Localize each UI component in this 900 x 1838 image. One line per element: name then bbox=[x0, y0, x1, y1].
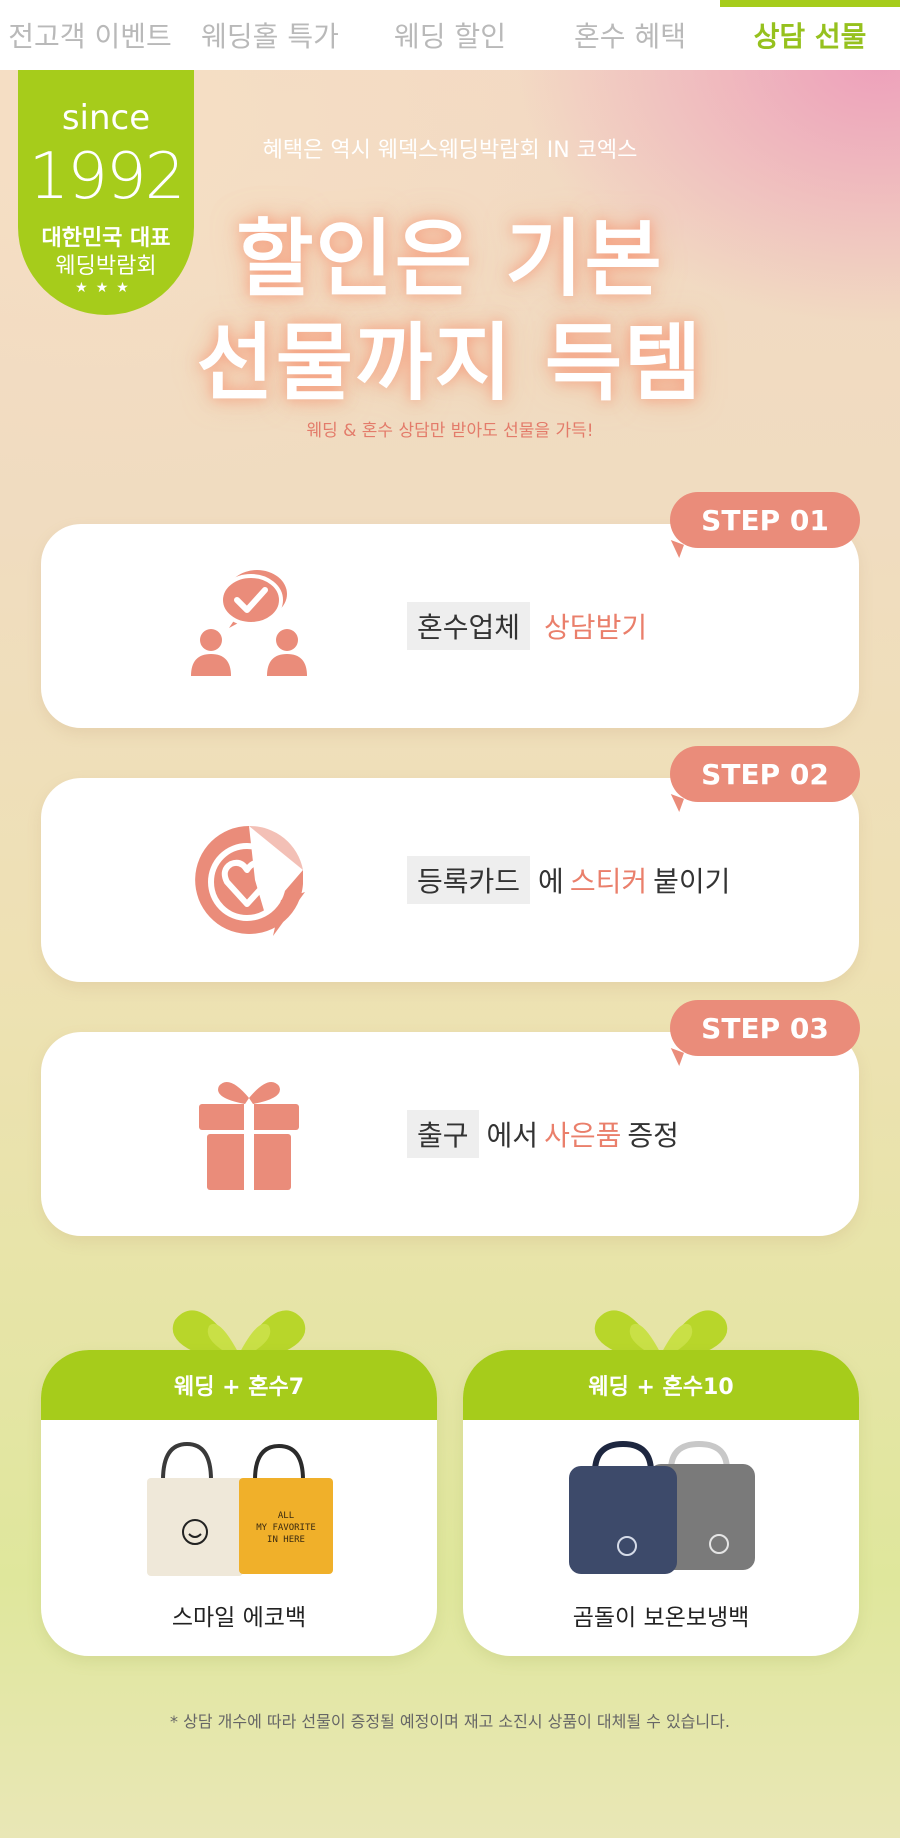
step2-accent: 스티커 bbox=[569, 865, 648, 898]
ribbon-bow-icon bbox=[594, 1310, 728, 1354]
eco-bag-image: ALL MY FAVORITE IN HERE bbox=[147, 1441, 333, 1576]
step2-box: 등록카드 bbox=[407, 856, 531, 904]
step3-mid: 에서 bbox=[486, 1119, 539, 1152]
gift-panel-1: 웨딩 + 혼수7 ALL MY FAVORITE IN HERE 스마일 에코백 bbox=[41, 1350, 437, 1656]
heart-sticker-icon bbox=[195, 825, 305, 936]
step-text-3: 출구 에서 사은품 증정 bbox=[407, 1032, 679, 1236]
step-text-2: 등록카드 에 스티커 붙이기 bbox=[407, 778, 730, 982]
hero-eyebrow: 혜택은 역시 웨덱스웨딩박람회 IN 코엑스 bbox=[262, 138, 638, 163]
step-tag-1: STEP 01 bbox=[670, 492, 860, 548]
gift-header-1: 웨딩 + 혼수7 bbox=[41, 1350, 437, 1420]
step3-accent: 사은품 bbox=[544, 1119, 622, 1152]
step2-after: 붙이기 bbox=[653, 865, 731, 898]
step3-box: 출구 bbox=[407, 1110, 479, 1158]
tab-all-customer-event[interactable]: 전고객 이벤트 bbox=[0, 0, 180, 70]
step-card-2: STEP 02 등록카드 에 스티커 붙이기 bbox=[41, 746, 860, 982]
step2-mid: 에 bbox=[538, 865, 564, 898]
step-text-1: 혼수업체 상담받기 bbox=[407, 524, 653, 728]
step1-accent: 상담받기 bbox=[544, 611, 648, 644]
ribbon-bow-icon bbox=[172, 1310, 306, 1354]
tab-honsu-benefit[interactable]: 혼수 혜택 bbox=[540, 0, 720, 70]
svg-text:IN HERE: IN HERE bbox=[267, 1535, 305, 1545]
consultation-chat-icon bbox=[191, 570, 307, 676]
tab-consultation-gift[interactable]: 상담 선물 bbox=[720, 0, 900, 70]
gift-box-icon bbox=[199, 1082, 299, 1190]
gift-panel-2: 웨딩 + 혼수10 곰돌이 보온보냉백 bbox=[463, 1350, 859, 1656]
gift-name-1: 스마일 에코백 bbox=[171, 1605, 307, 1631]
svg-text:ALL: ALL bbox=[278, 1511, 294, 1521]
step1-box: 혼수업체 bbox=[407, 602, 531, 650]
gift-name-2: 곰돌이 보온보냉백 bbox=[572, 1605, 750, 1631]
tab-wedding-discount[interactable]: 웨딩 할인 bbox=[360, 0, 540, 70]
footnote: * 상담 개수에 따라 선물이 증정될 예정이며 재고 소진시 상품이 대체될 … bbox=[170, 1712, 730, 1731]
gift-card-1: 웨딩 + 혼수7 ALL MY FAVORITE IN HERE 스마일 에코백 bbox=[41, 1296, 437, 1656]
svg-text:MY FAVORITE: MY FAVORITE bbox=[256, 1523, 316, 1533]
step-tag-3: STEP 03 bbox=[670, 1000, 860, 1056]
gift-card-2: 웨딩 + 혼수10 곰돌이 보온보냉백 bbox=[463, 1296, 859, 1656]
hero-headline-1: 할인은 기본 bbox=[236, 210, 664, 308]
gift-header-2: 웨딩 + 혼수10 bbox=[463, 1350, 859, 1420]
cooler-bag-image bbox=[569, 1440, 755, 1574]
step-card-1: STEP 01 혼수업체 상담받기 bbox=[41, 492, 860, 728]
hero-subline: 웨딩 & 혼수 상담만 받아도 선물을 가득! bbox=[306, 421, 594, 441]
step-card-3: STEP 03 출구 에서 사은품 증정 bbox=[41, 1000, 860, 1236]
tab-wedding-hall-special[interactable]: 웨딩홀 특가 bbox=[180, 0, 360, 70]
hero-headline-2: 선물까지 득템 bbox=[196, 314, 704, 412]
step3-after: 증정 bbox=[627, 1119, 679, 1152]
top-tab-bar: 전고객 이벤트 웨딩홀 특가 웨딩 할인 혼수 혜택 상담 선물 bbox=[0, 0, 900, 70]
